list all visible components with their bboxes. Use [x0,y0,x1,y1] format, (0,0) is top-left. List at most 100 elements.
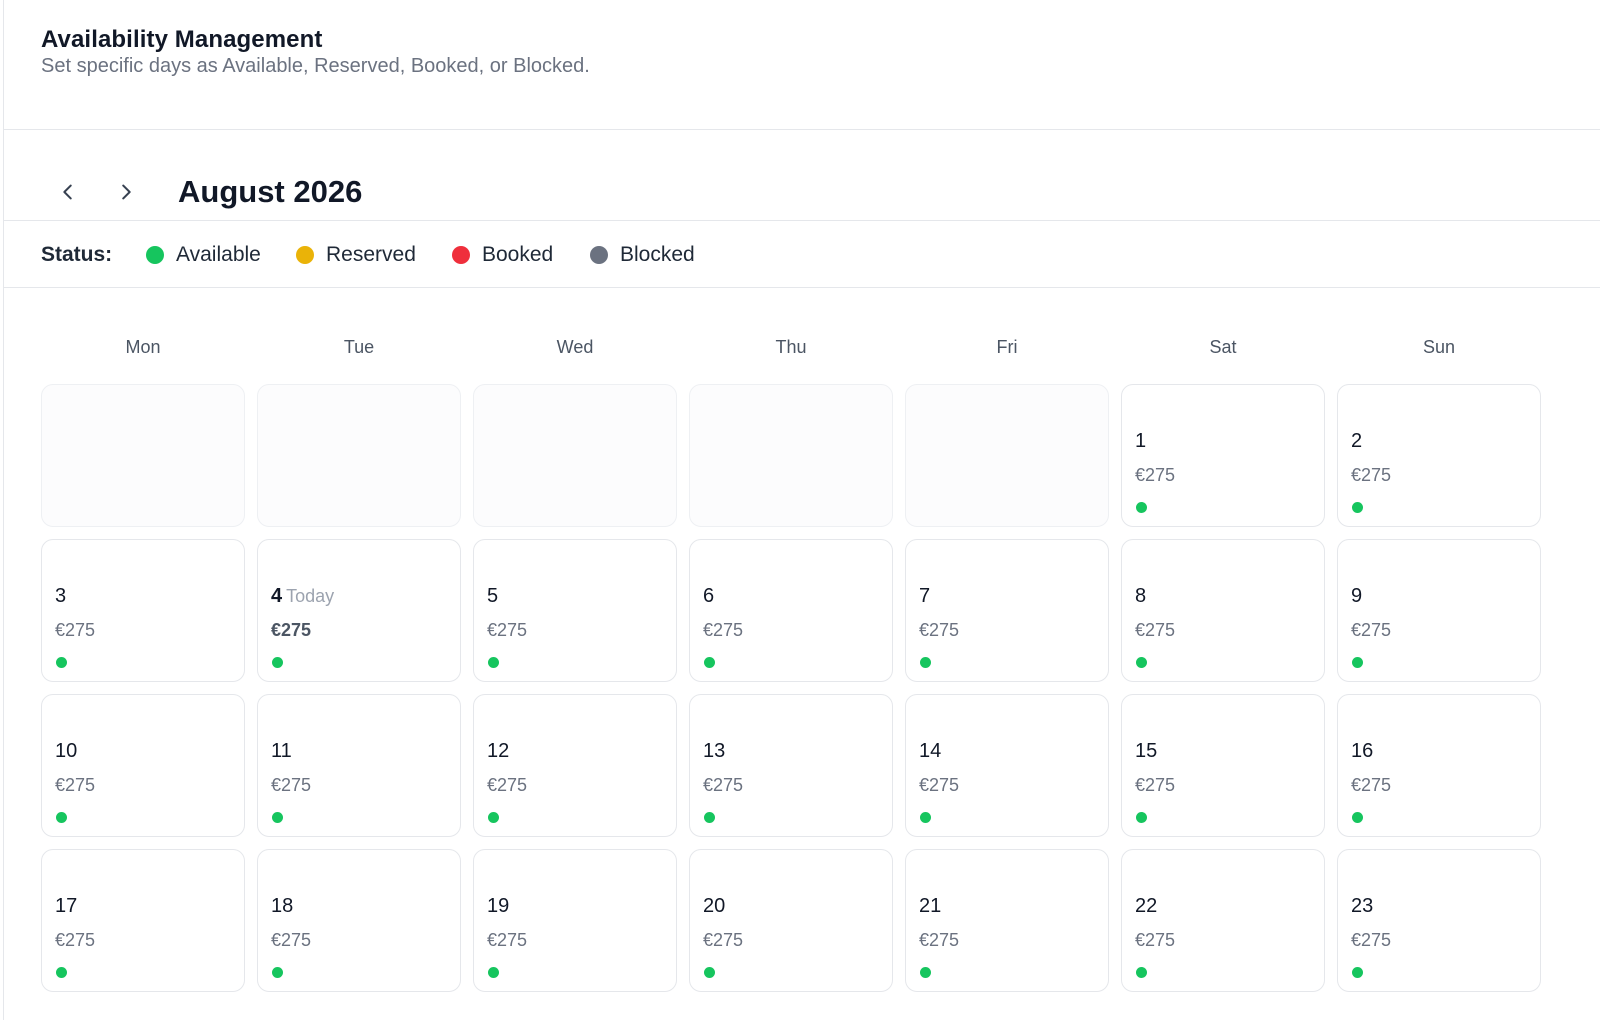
day-number: 1 [1135,430,1146,453]
calendar-day[interactable]: 14 €275 [905,694,1109,837]
calendar-day[interactable]: 18 €275 [257,849,461,992]
calendar-day[interactable]: 6 €275 [689,539,893,682]
calendar-day[interactable]: 16 €275 [1337,694,1541,837]
day-number: 8 [1135,585,1146,608]
calendar-day[interactable]: 10 €275 [41,694,245,837]
calendar-day[interactable]: 4 Today €275 [257,539,461,682]
calendar-day[interactable]: 21 €275 [905,849,1109,992]
calendar-day[interactable]: 2 €275 [1337,384,1541,527]
previous-month-button[interactable] [50,174,86,210]
day-price: €275 [55,775,96,795]
calendar-day[interactable]: 15 €275 [1121,694,1325,837]
panel-header: Availability Management Set specific day… [4,0,1600,130]
day-number: 19 [487,895,509,918]
day-number: 13 [703,740,725,763]
weekday-label: Sat [1209,337,1237,357]
calendar-day[interactable]: 20 €275 [689,849,893,992]
day-price: €275 [703,775,744,795]
day-number: 22 [1135,895,1157,918]
day-number-value: 17 [55,895,78,917]
legend-item-blocked: Blocked [590,243,695,267]
page-title: Availability Management [41,26,323,53]
weekday-label: Sun [1422,337,1456,357]
booked-dot-icon [452,246,470,264]
next-month-button[interactable] [108,174,144,210]
status-dot-icon [56,967,67,978]
day-price: €275 [271,775,312,795]
day-number: 9 [1351,585,1362,608]
day-number-value: 8 [1135,585,1147,607]
day-price: €275 [55,930,96,950]
calendar-day-empty [473,384,677,527]
day-number: 15 [1135,740,1157,763]
day-price: €275 [919,620,960,640]
calendar-day-empty [689,384,893,527]
status-dot-icon [1136,657,1147,668]
status-dot-icon [1136,502,1147,513]
chevron-right-icon [122,184,131,200]
day-number-value: 3 [55,585,67,607]
calendar-day[interactable]: 13 €275 [689,694,893,837]
status-dot-icon [488,967,499,978]
day-price: €275 [1351,465,1392,485]
status-dot-icon [56,657,67,668]
status-dot-icon [488,812,499,823]
day-number-value: 14 [919,740,942,762]
day-price: €275 [1135,620,1176,640]
legend-item-available: Available [146,243,261,267]
day-number-value: 7 [919,585,931,607]
day-number-value: 22 [1135,895,1158,917]
weekday-label: Wed [556,337,594,357]
day-price: €275 [1351,620,1392,640]
day-number-value: 1 [1135,430,1147,452]
calendar-day[interactable]: 19 €275 [473,849,677,992]
calendar-day[interactable]: 9 €275 [1337,539,1541,682]
weekday-label: Fri [996,337,1018,357]
status-dot-icon [704,657,715,668]
calendar-day[interactable]: 17 €275 [41,849,245,992]
weekday-label: Mon [125,337,161,357]
availability-panel: Availability Management Set specific day… [3,0,1600,1020]
day-number: 6 [703,585,714,608]
blocked-dot-icon [590,246,608,264]
status-dot-icon [1352,967,1363,978]
calendar-day[interactable]: 23 €275 [1337,849,1541,992]
weekday-header: Mon Tue Wed Thu Fri Sat Sun [41,337,1577,361]
available-dot-icon [146,246,164,264]
day-price: €275 [703,620,744,640]
day-price: €275 [703,930,744,950]
calendar-day[interactable]: 5 €275 [473,539,677,682]
day-price: €275 [1351,775,1392,795]
calendar-day[interactable]: 1 €275 [1121,384,1325,527]
day-number: 16 [1351,740,1373,763]
calendar-day-empty [257,384,461,527]
calendar-day[interactable]: 7 €275 [905,539,1109,682]
day-price: €275 [1135,465,1176,485]
day-price: €275 [919,930,960,950]
day-number: 17 [55,895,77,918]
calendar-day[interactable]: 22 €275 [1121,849,1325,992]
day-price: €275 [1351,930,1392,950]
status-dot-icon [920,812,931,823]
calendar-day[interactable]: 3 €275 [41,539,245,682]
status-dot-icon [1352,812,1363,823]
day-price: €275 [271,930,312,950]
day-number: 2 [1351,430,1362,453]
calendar-day[interactable]: 12 €275 [473,694,677,837]
legend-label: Status: [41,243,113,266]
calendar-day[interactable]: 8 €275 [1121,539,1325,682]
day-number: 4 Today [271,585,334,608]
calendar-day[interactable]: 11 €275 [257,694,461,837]
legend-item-reserved: Reserved [296,243,416,267]
day-number-value: 11 [271,740,292,762]
day-number-value: 10 [55,740,78,762]
day-number: 20 [703,895,725,918]
status-dot-icon [1352,502,1363,513]
status-dot-icon [704,812,715,823]
calendar-day-empty [905,384,1109,527]
day-number-value: 13 [703,740,726,762]
day-number-value: 18 [271,895,294,917]
status-dot-icon [1136,967,1147,978]
day-number: 18 [271,895,293,918]
weekday-label: Thu [775,337,807,357]
